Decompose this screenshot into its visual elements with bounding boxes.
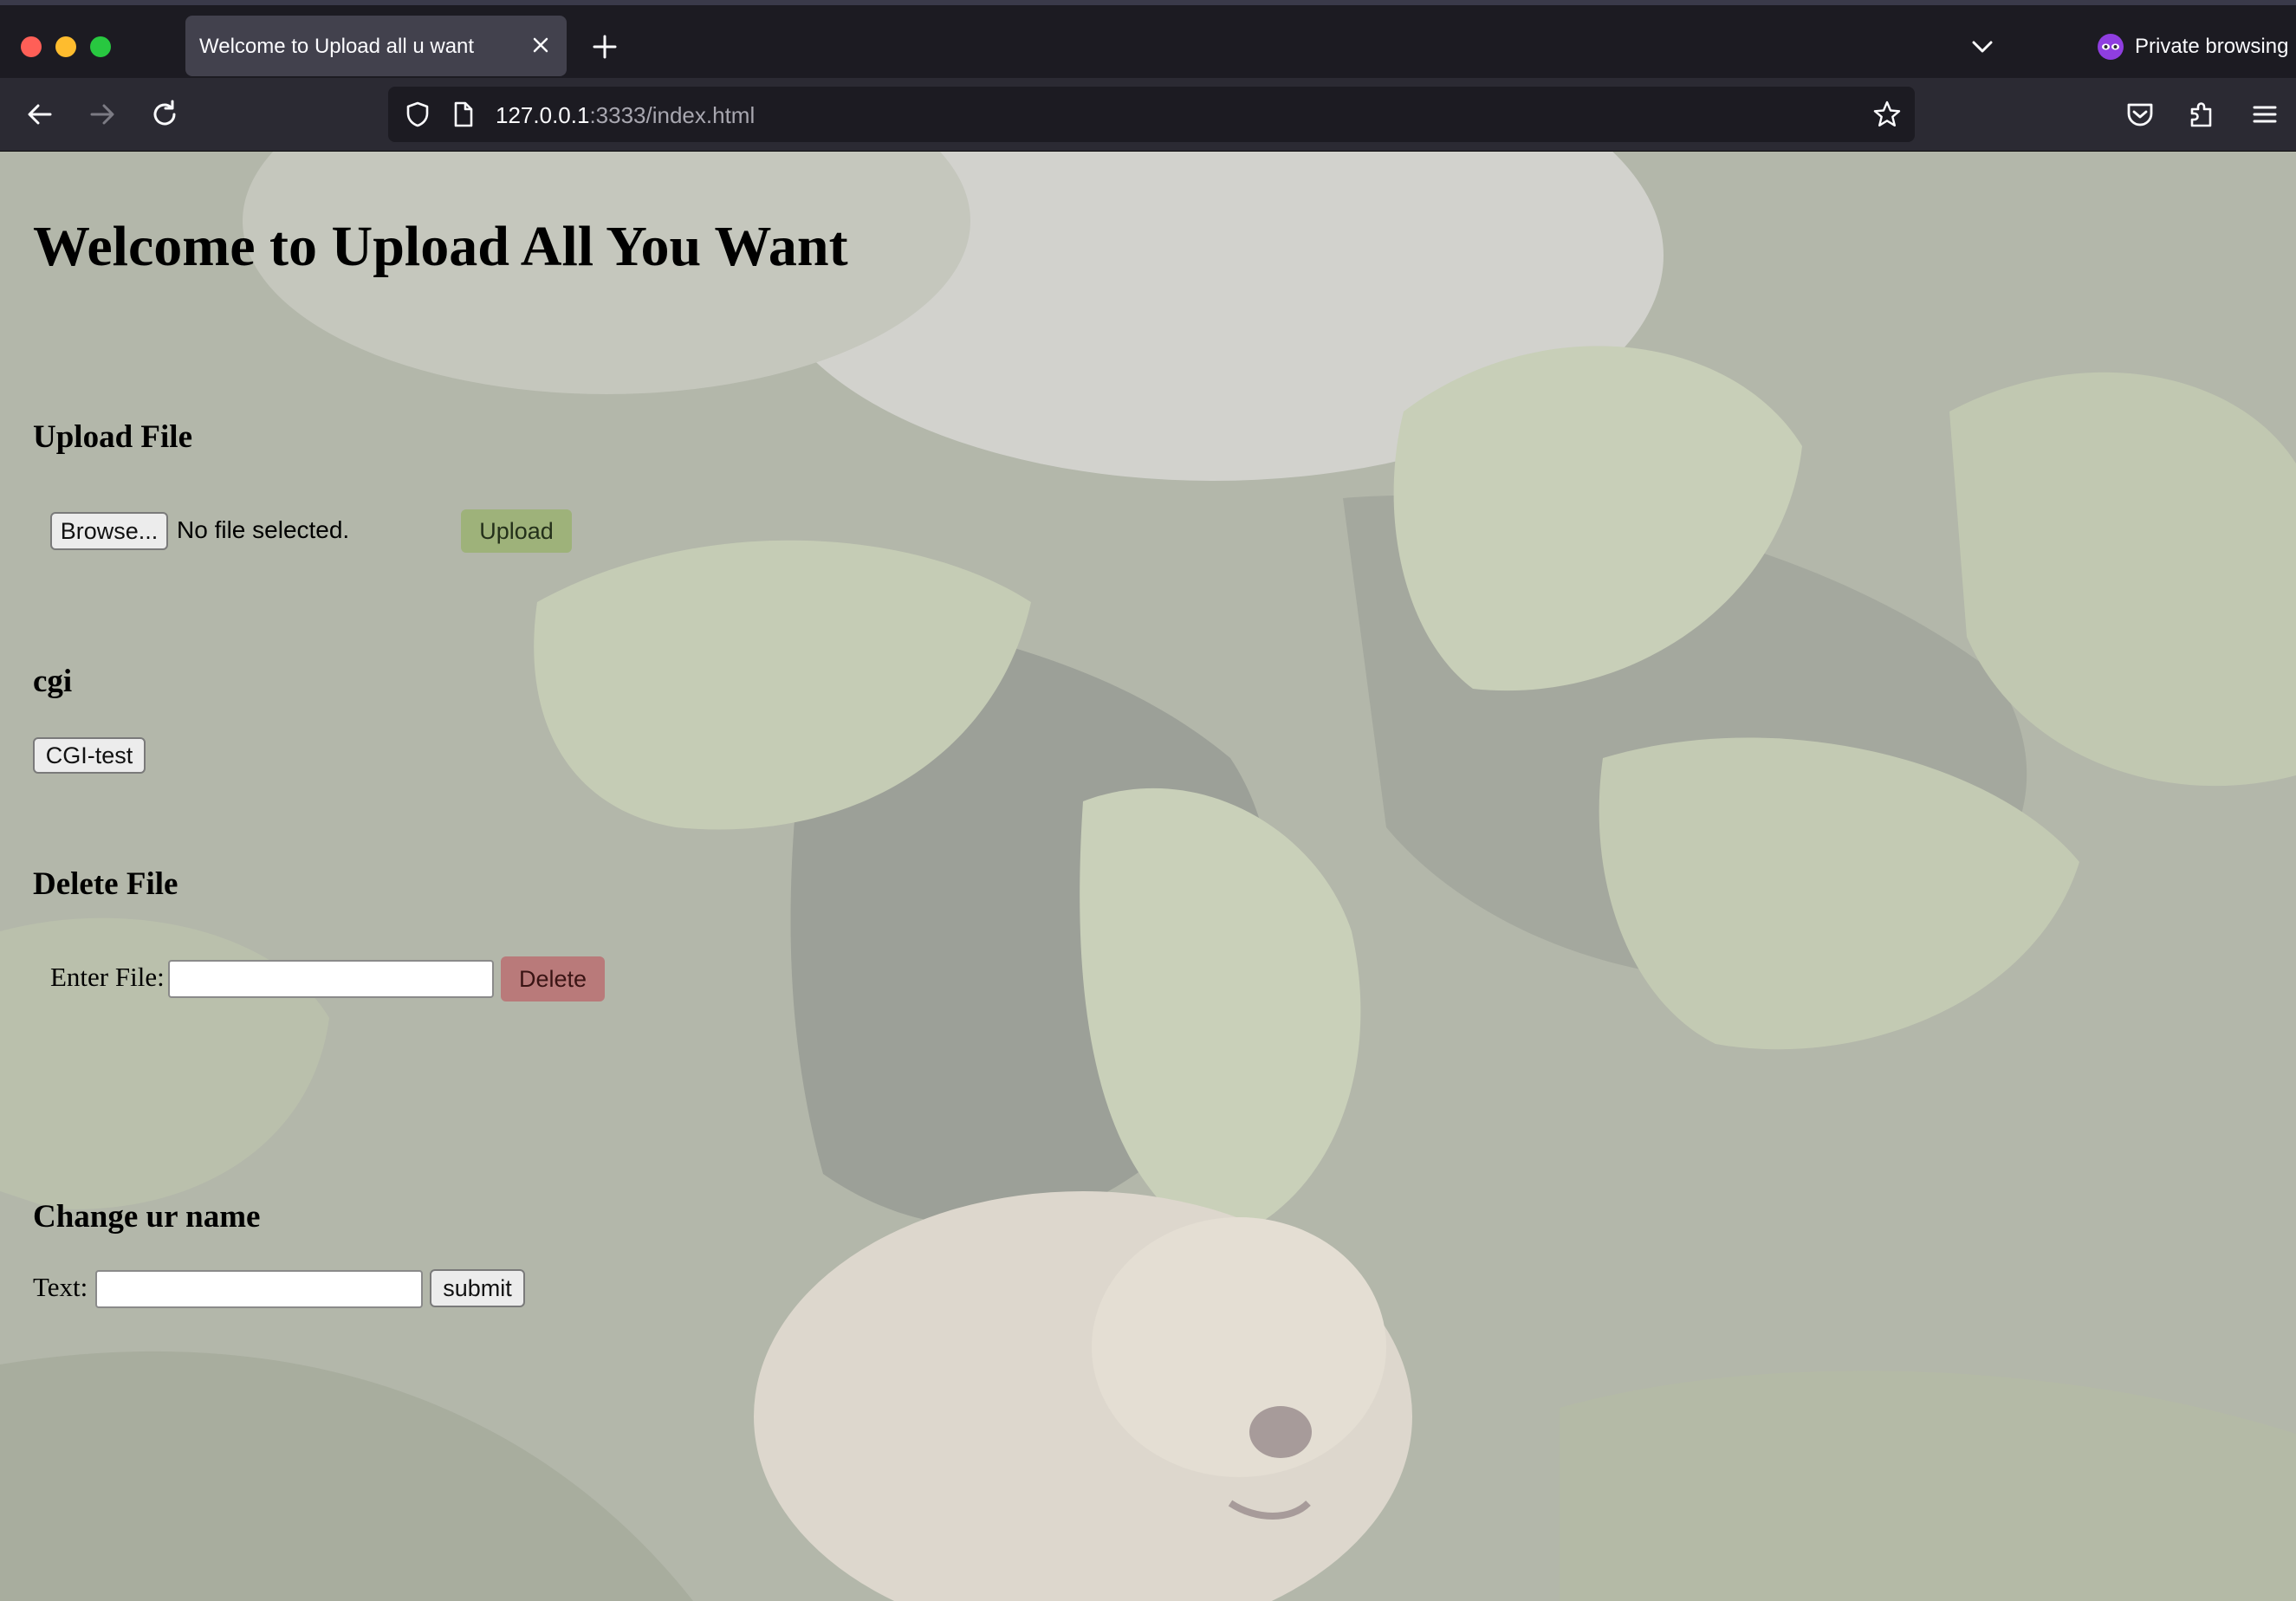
browse-button[interactable]: Browse...	[50, 512, 168, 550]
page-viewport: Welcome to Upload All You Want Upload Fi…	[0, 152, 2296, 1601]
chevron-down-icon[interactable]	[1967, 31, 1998, 62]
back-arrow-icon[interactable]	[23, 97, 57, 132]
cgi-test-button[interactable]: CGI-test	[33, 737, 146, 774]
url-path: :3333/index.html	[589, 102, 756, 128]
name-text-input[interactable]	[95, 1270, 423, 1308]
forward-arrow-icon[interactable]	[85, 97, 120, 132]
text-field-label: Text:	[33, 1272, 88, 1302]
page-title: Welcome to Upload All You Want	[33, 215, 848, 278]
tab-title: Welcome to Upload all u want	[199, 35, 475, 58]
submit-button[interactable]: submit	[430, 1269, 525, 1307]
shield-icon[interactable]	[402, 99, 433, 130]
private-mask-icon	[2098, 34, 2124, 60]
page-icon[interactable]	[447, 99, 478, 130]
delete-file-input[interactable]	[168, 960, 494, 998]
new-tab-plus-icon[interactable]	[589, 31, 620, 62]
reload-icon[interactable]	[147, 97, 182, 132]
change-name-heading: Change ur name	[33, 1199, 261, 1235]
page-content: Welcome to Upload All You Want Upload Fi…	[0, 152, 2296, 1601]
extensions-icon[interactable]	[2185, 97, 2220, 132]
upload-heading: Upload File	[33, 419, 192, 455]
enter-file-label: Enter File:	[50, 962, 165, 992]
private-browsing-indicator: Private browsing	[2097, 29, 2288, 64]
minimize-window-button[interactable]	[55, 36, 76, 57]
upload-button[interactable]: Upload	[461, 509, 572, 553]
address-bar[interactable]: 127.0.0.1:3333/index.html	[388, 87, 1915, 142]
file-status-text: No file selected.	[177, 516, 350, 543]
bookmark-star-icon[interactable]	[1871, 99, 1903, 130]
url-text[interactable]: 127.0.0.1:3333/index.html	[496, 102, 755, 129]
close-icon[interactable]	[527, 31, 555, 59]
delete-heading: Delete File	[33, 866, 178, 902]
tab-bar: Welcome to Upload all u want Private bro…	[0, 5, 2296, 78]
tab-active[interactable]: Welcome to Upload all u want	[185, 16, 567, 76]
close-window-button[interactable]	[21, 36, 42, 57]
url-host: 127.0.0.1	[496, 102, 590, 128]
delete-button[interactable]: Delete	[501, 956, 605, 1001]
cgi-heading: cgi	[33, 664, 73, 699]
maximize-window-button[interactable]	[90, 36, 111, 57]
navigation-toolbar: 127.0.0.1:3333/index.html	[0, 78, 2296, 152]
pocket-icon[interactable]	[2123, 97, 2157, 132]
menu-icon[interactable]	[2247, 97, 2282, 132]
private-browsing-label: Private browsing	[2135, 35, 2289, 58]
